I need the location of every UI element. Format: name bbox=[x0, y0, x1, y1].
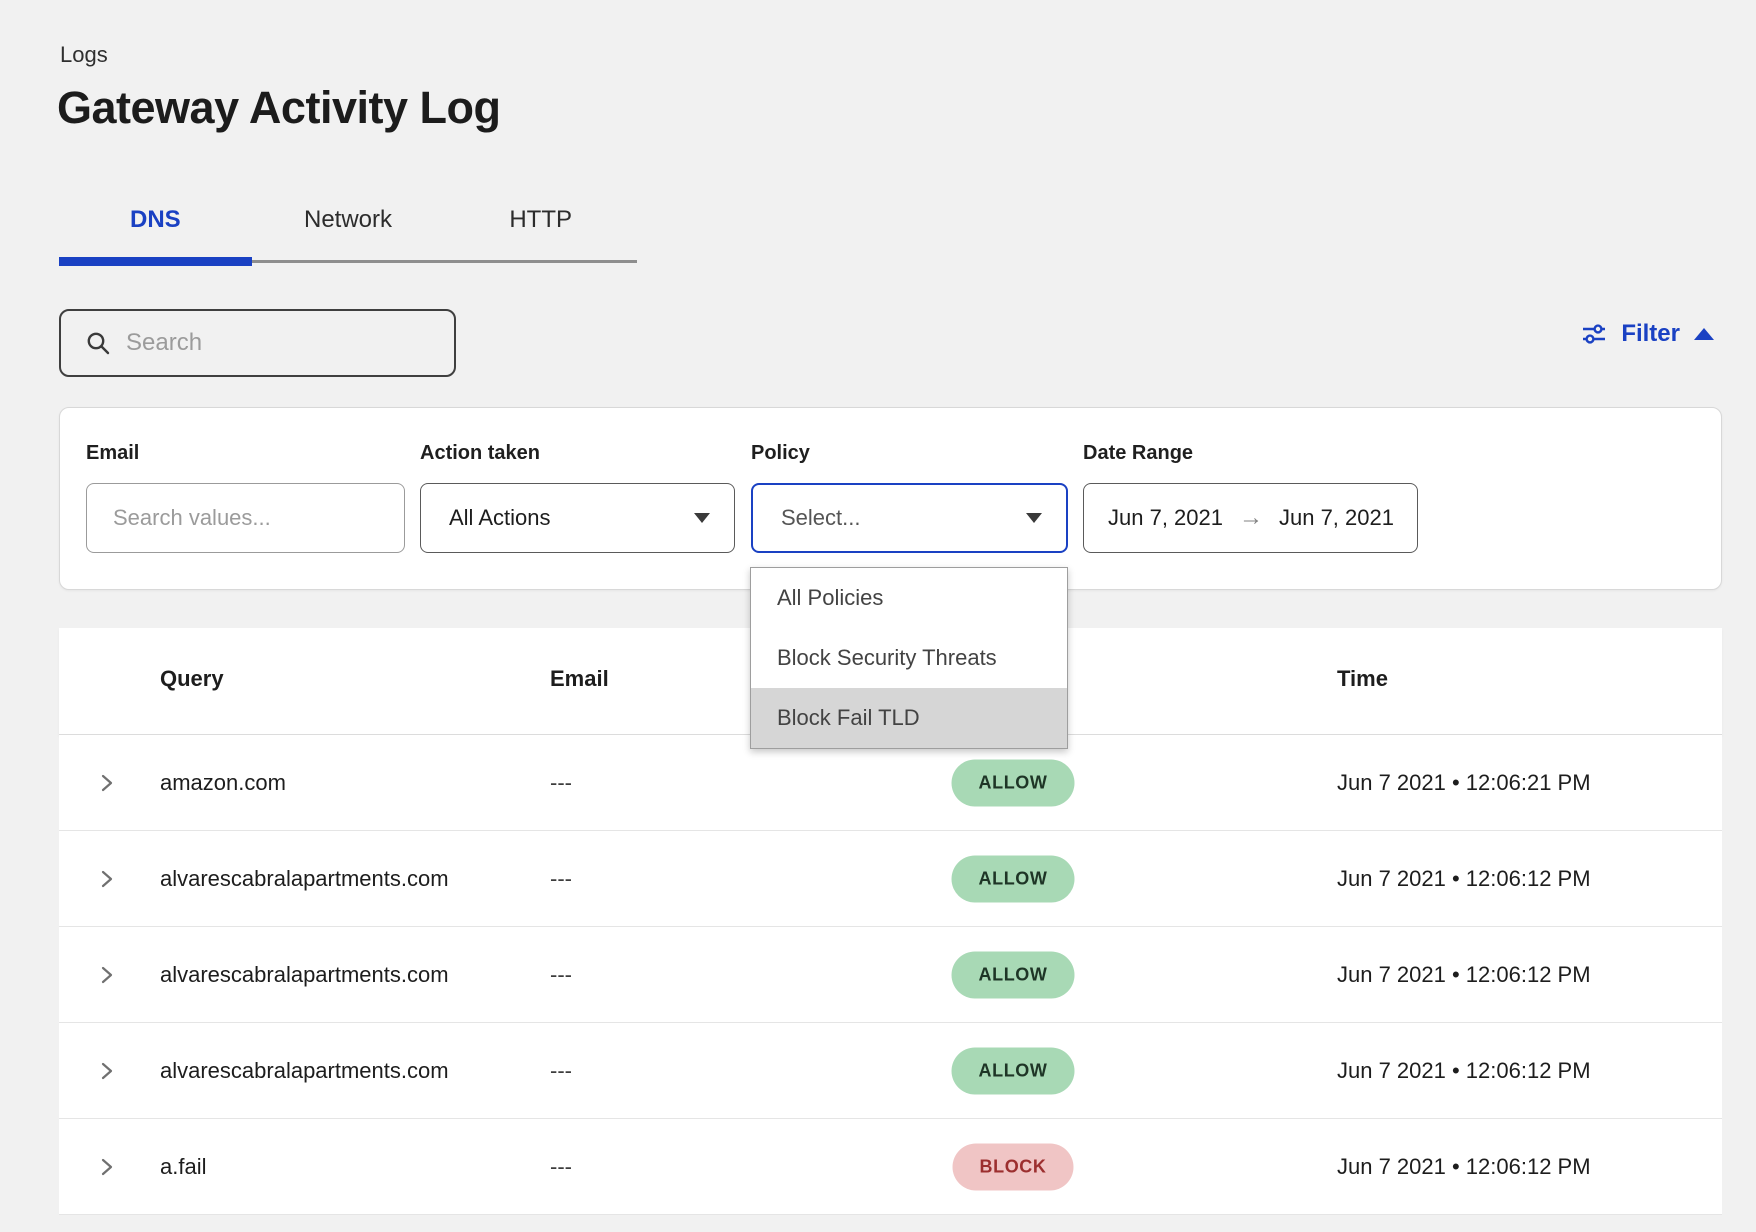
tab-dns[interactable]: DNS bbox=[59, 200, 252, 260]
policy-select[interactable]: Select... bbox=[751, 483, 1068, 553]
tab-bar: DNS Network HTTP bbox=[59, 200, 637, 263]
search-box[interactable] bbox=[59, 309, 456, 377]
filter-panel: Email Action taken All Actions Policy Se… bbox=[59, 407, 1722, 590]
chevron-up-icon bbox=[1694, 328, 1714, 340]
tab-underline bbox=[59, 260, 637, 263]
table-row: alvarescabralapartments.com --- ALLOW Ju… bbox=[59, 831, 1722, 927]
query-cell: amazon.com bbox=[160, 770, 286, 796]
email-cell: --- bbox=[550, 1154, 572, 1180]
column-header-query: Query bbox=[160, 666, 224, 692]
time-cell: Jun 7 2021 • 12:06:21 PM bbox=[1337, 770, 1591, 796]
action-select[interactable]: All Actions bbox=[420, 483, 735, 553]
gateway-activity-log-page: Logs Gateway Activity Log DNS Network HT… bbox=[0, 0, 1756, 1232]
date-range-label: Date Range bbox=[1083, 442, 1418, 465]
time-cell: Jun 7 2021 • 12:06:12 PM bbox=[1337, 866, 1591, 892]
action-status-badge: ALLOW bbox=[952, 1047, 1075, 1094]
table-row: a.fail --- BLOCK Jun 7 2021 • 12:06:12 P… bbox=[59, 1119, 1722, 1215]
query-cell: alvarescabralapartments.com bbox=[160, 866, 449, 892]
action-status-badge: ALLOW bbox=[952, 855, 1075, 902]
email-cell: --- bbox=[550, 962, 572, 988]
expand-row-chevron-icon[interactable] bbox=[97, 771, 121, 795]
policy-option-block-fail-tld[interactable]: Block Fail TLD bbox=[751, 688, 1067, 748]
action-filter-label: Action taken bbox=[420, 442, 735, 465]
filter-label: Filter bbox=[1621, 320, 1680, 348]
policy-select-value: Select... bbox=[781, 505, 860, 531]
query-cell: a.fail bbox=[160, 1154, 206, 1180]
email-cell: --- bbox=[550, 866, 572, 892]
email-filter-input-wrap bbox=[86, 483, 405, 553]
time-cell: Jun 7 2021 • 12:06:12 PM bbox=[1337, 1154, 1591, 1180]
email-filter-label: Email bbox=[86, 442, 405, 465]
policy-option-all-policies[interactable]: All Policies bbox=[751, 568, 1067, 628]
tab-http[interactable]: HTTP bbox=[444, 200, 637, 260]
table-row: alvarescabralapartments.com --- ALLOW Ju… bbox=[59, 927, 1722, 1023]
column-header-time: Time bbox=[1337, 666, 1388, 692]
email-cell: --- bbox=[550, 1058, 572, 1084]
time-cell: Jun 7 2021 • 12:06:12 PM bbox=[1337, 962, 1591, 988]
policy-filter-label: Policy bbox=[751, 442, 1068, 465]
search-icon bbox=[85, 330, 112, 357]
time-cell: Jun 7 2021 • 12:06:12 PM bbox=[1337, 1058, 1591, 1084]
query-cell: alvarescabralapartments.com bbox=[160, 1058, 449, 1084]
expand-row-chevron-icon[interactable] bbox=[97, 963, 121, 987]
policy-option-block-security-threats[interactable]: Block Security Threats bbox=[751, 628, 1067, 688]
breadcrumb[interactable]: Logs bbox=[60, 42, 108, 68]
action-status-badge: BLOCK bbox=[953, 1143, 1074, 1190]
action-status-badge: ALLOW bbox=[952, 951, 1075, 998]
table-row: amazon.com --- ALLOW Jun 7 2021 • 12:06:… bbox=[59, 735, 1722, 831]
expand-row-chevron-icon[interactable] bbox=[97, 1059, 121, 1083]
date-range-end: Jun 7, 2021 bbox=[1279, 505, 1394, 531]
action-status-badge: ALLOW bbox=[952, 759, 1075, 806]
arrow-right-icon: → bbox=[1239, 504, 1263, 532]
chevron-down-icon bbox=[1026, 513, 1042, 523]
expand-row-chevron-icon[interactable] bbox=[97, 1155, 121, 1179]
action-select-value: All Actions bbox=[449, 505, 551, 531]
page-title: Gateway Activity Log bbox=[57, 82, 500, 134]
chevron-down-icon bbox=[694, 513, 710, 523]
table-row: alvarescabralapartments.com --- ALLOW Ju… bbox=[59, 1023, 1722, 1119]
active-tab-indicator bbox=[59, 257, 252, 266]
filter-sliders-icon bbox=[1581, 321, 1607, 347]
policy-dropdown-menu: All Policies Block Security Threats Bloc… bbox=[750, 567, 1068, 749]
query-cell: alvarescabralapartments.com bbox=[160, 962, 449, 988]
column-header-email: Email bbox=[550, 666, 609, 692]
date-range-picker[interactable]: Jun 7, 2021 → Jun 7, 2021 bbox=[1083, 483, 1418, 553]
search-input[interactable] bbox=[126, 329, 426, 357]
tab-network[interactable]: Network bbox=[252, 200, 445, 260]
expand-row-chevron-icon[interactable] bbox=[97, 867, 121, 891]
filter-toggle-button[interactable]: Filter bbox=[1581, 320, 1714, 348]
email-cell: --- bbox=[550, 770, 572, 796]
date-range-start: Jun 7, 2021 bbox=[1108, 505, 1223, 531]
email-filter-input[interactable] bbox=[113, 505, 373, 531]
